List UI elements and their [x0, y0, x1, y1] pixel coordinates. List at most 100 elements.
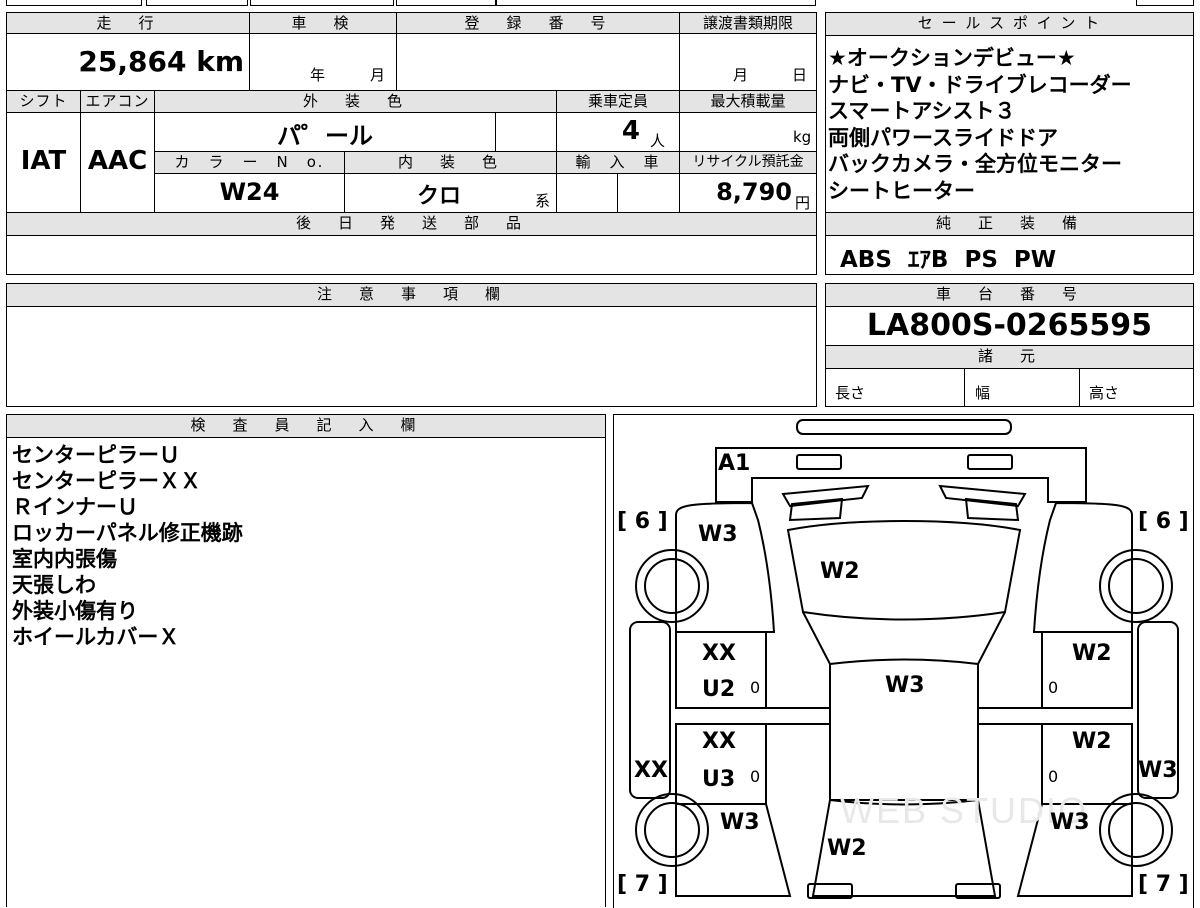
mileage-value: 25,864 km	[78, 45, 244, 78]
spec-height-label: 高さ	[1089, 384, 1120, 402]
wheel-rear-right-inner	[1108, 802, 1164, 858]
damage-label: W2	[820, 559, 860, 584]
wheel-front-left	[635, 549, 709, 623]
damage-label: XX	[702, 641, 736, 666]
transfer-month: 月	[733, 66, 749, 84]
bracket-label: [ 6 ]	[1138, 509, 1189, 534]
registration-header: 登 録 番 号	[396, 12, 680, 34]
recycle-fee-header: リサイクル預託金	[679, 151, 817, 174]
inspector-note: ＲインナーＵ	[12, 495, 138, 519]
color-number-header: カ ラ ー N o.	[154, 151, 345, 174]
inspector-note: 外装小傷有り	[12, 599, 138, 623]
mileage-header: 走 行	[6, 12, 250, 34]
sales-points-header: セ ー ル ス ポ イ ン ト	[825, 12, 1194, 36]
inspector-note: センターピラーＸＸ	[12, 469, 201, 493]
equipment-header: 純 正 装 備	[825, 212, 1194, 236]
spec-length-label: 長さ	[835, 384, 866, 402]
inspector-note: ロッカーパネル修正機跡	[12, 521, 243, 545]
shaken-month: 月	[370, 66, 386, 84]
interior-color-unit: 系	[535, 192, 551, 210]
headlight-right	[967, 454, 1013, 470]
wheel-front-left-inner	[644, 558, 700, 614]
top-strip-cell	[146, 0, 248, 6]
interior-color-header: 内 装 色	[344, 151, 557, 174]
top-strip-cell	[250, 0, 394, 6]
color-number-value: W24	[219, 178, 280, 206]
spec-width-label: 幅	[975, 384, 991, 402]
wheel-front-right	[1099, 549, 1173, 623]
inspector-header: 検 査 員 記 入 欄	[6, 414, 606, 438]
sales-point-line: 両側パワースライドドア	[828, 125, 1058, 150]
wiper-right	[964, 497, 1020, 522]
inspector-note: 天張しわ	[12, 573, 96, 597]
max-load-unit: kg	[793, 128, 812, 146]
later-parts-header: 後 日 発 送 部 品	[6, 212, 817, 236]
interior-color-value: クロ	[416, 184, 461, 209]
inspector-note: 室内内張傷	[12, 547, 117, 571]
import-header: 輸 入 車	[556, 151, 680, 174]
exterior-color-value: パ゜ール	[277, 122, 373, 150]
equipment-value: ABS ｴｱB PS PW	[840, 247, 1057, 273]
front-body	[715, 447, 1087, 503]
import-cell-left	[556, 173, 618, 213]
caution-header: 注 意 事 項 欄	[6, 283, 817, 307]
inspector-notes-list: センターピラーＵ センターピラーＸＸ ＲインナーＵ ロッカーパネル修正機跡 室内…	[12, 442, 602, 650]
exterior-color-header: 外 装 色	[154, 90, 557, 113]
max-load-header: 最大積載量	[679, 90, 817, 113]
damage-label: U3	[702, 767, 736, 792]
shaken-header: 車 検	[249, 12, 397, 34]
damage-label: W3	[1050, 810, 1090, 835]
top-strip-cell	[6, 0, 142, 6]
recycle-fee-unit: 円	[795, 194, 811, 212]
damage-label: XX	[634, 758, 668, 783]
bracket-label: [ 7 ]	[617, 872, 668, 897]
damage-label: W3	[1138, 758, 1178, 783]
sales-points-list: ★オークションデビュー★ ナビ・TV・ドライブレコーダー スマートアシスト３ 両…	[828, 45, 1190, 204]
inspector-note: センターピラーＵ	[12, 443, 180, 467]
transfer-deadline-header: 譲渡書類期限	[679, 12, 817, 34]
damage-label: W2	[1072, 641, 1112, 666]
damage-label: 0	[750, 678, 761, 697]
top-strip-cell	[496, 0, 816, 6]
damage-label: 0	[1048, 767, 1059, 786]
shift-header: シフト	[6, 90, 81, 113]
front-bumper	[796, 419, 1012, 435]
bracket-label: [ 7 ]	[1138, 872, 1189, 897]
wheel-rear-left-inner	[644, 802, 700, 858]
headlight-left	[796, 454, 842, 470]
registration-cell	[396, 33, 680, 91]
capacity-unit: 人	[650, 132, 666, 150]
chassis-number-header: 車 台 番 号	[825, 283, 1194, 307]
bracket-label: [ 6 ]	[617, 509, 668, 534]
top-strip-cell	[396, 0, 496, 6]
capacity-value: 4	[621, 116, 640, 146]
damage-label: W3	[720, 810, 760, 835]
damage-label: W3	[885, 673, 925, 698]
exterior-color-extra-cell	[495, 112, 557, 152]
recycle-fee-value: 8,790	[716, 178, 792, 206]
sales-point-line: ナビ・TV・ドライブレコーダー	[828, 72, 1132, 97]
top-strip-cell	[1136, 0, 1194, 6]
chassis-number-value: LA800S-0265595	[866, 308, 1153, 343]
damage-label: 0	[750, 767, 761, 786]
shaken-year: 年	[310, 66, 326, 84]
aircon-value: AAC	[87, 146, 148, 176]
damage-label: W2	[1072, 729, 1112, 754]
caution-cell	[6, 306, 817, 407]
inspector-note: ホイールカバーＸ	[12, 625, 180, 649]
specs-header: 諸 元	[825, 345, 1194, 369]
transfer-day: 日	[792, 66, 808, 84]
sales-point-line: スマートアシスト３	[828, 99, 1016, 123]
door-sill-right	[978, 707, 1132, 725]
capacity-header: 乗車定員	[556, 90, 680, 113]
damage-label: U2	[702, 677, 736, 702]
later-parts-cell	[6, 235, 817, 275]
wheel-front-right-inner	[1108, 558, 1164, 614]
damage-label: A1	[718, 451, 751, 476]
aircon-header: エアコン	[80, 90, 155, 113]
sales-point-line: ★オークションデビュー★	[828, 46, 1076, 70]
import-cell-right	[617, 173, 680, 213]
door-sill-left	[676, 707, 830, 725]
damage-label: W3	[698, 522, 738, 547]
wiper-left	[788, 497, 844, 522]
